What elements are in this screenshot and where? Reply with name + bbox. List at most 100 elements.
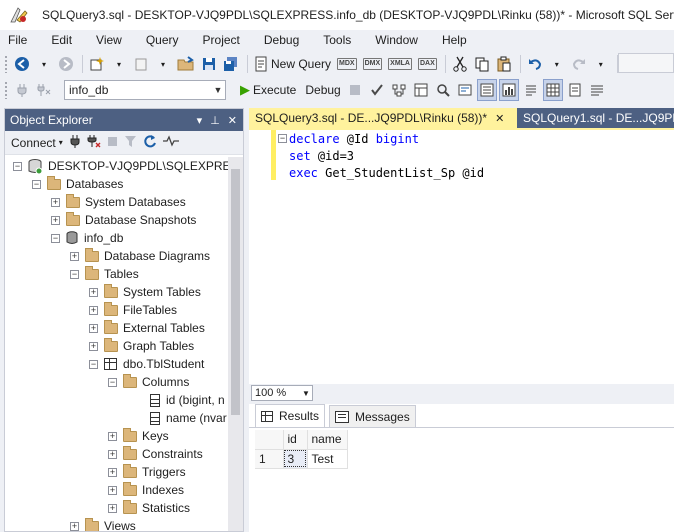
collapse-icon[interactable]: − xyxy=(13,161,22,171)
cancel-query-button[interactable] xyxy=(345,79,365,101)
close-panel-icon[interactable]: ✕ xyxy=(228,114,237,127)
tree-node-triggers[interactable]: + Triggers xyxy=(5,463,229,481)
menu-file[interactable]: File xyxy=(8,33,27,47)
tree-node-indexes[interactable]: + Indexes xyxy=(5,481,229,499)
collapse-icon[interactable]: − xyxy=(51,233,60,243)
connect-dropdown-button[interactable]: Connect ▾ xyxy=(11,136,63,150)
back-button[interactable] xyxy=(12,53,32,75)
collapse-icon[interactable]: − xyxy=(70,269,79,279)
tab-sqlquery3[interactable]: SQLQuery3.sql - DE...JQ9PDL\Rinku (58))*… xyxy=(249,108,517,128)
tree-node-filetables[interactable]: + FileTables xyxy=(5,301,229,319)
window-position-dropdown-icon[interactable]: ▾ xyxy=(197,114,203,127)
open-file-button[interactable] xyxy=(175,53,197,75)
intellisense-button[interactable] xyxy=(455,79,475,101)
collapse-region-icon[interactable]: − xyxy=(278,134,287,143)
quick-launch-box[interactable] xyxy=(618,53,674,73)
tree-node-info-db[interactable]: − info_db xyxy=(5,229,229,247)
menu-edit[interactable]: Edit xyxy=(51,33,72,47)
add-item-dropdown[interactable]: ▾ xyxy=(153,53,173,75)
menu-view[interactable]: View xyxy=(96,33,122,47)
comment-out-button[interactable] xyxy=(587,79,607,101)
tab-sqlquery1[interactable]: SQLQuery1.sql - DE...JQ9PDL\Rinku (54)) xyxy=(517,108,674,128)
new-query-button[interactable]: New Query xyxy=(252,53,333,75)
mdx-query-button[interactable]: MDX xyxy=(335,53,359,75)
paste-button[interactable] xyxy=(494,53,514,75)
expand-icon[interactable]: + xyxy=(51,215,60,225)
save-all-button[interactable] xyxy=(221,53,241,75)
display-estimated-plan-button[interactable] xyxy=(389,79,409,101)
dmx-query-button[interactable]: DMX xyxy=(361,53,385,75)
menu-window[interactable]: Window xyxy=(375,33,418,47)
cell-id[interactable]: 3 xyxy=(283,449,308,469)
expand-icon[interactable]: + xyxy=(108,503,117,513)
disconnect-icon[interactable] xyxy=(87,134,101,151)
column-header-id[interactable]: id xyxy=(283,430,308,450)
tree-node-server[interactable]: − DESKTOP-VJQ9PDL\SQLEXPRESS xyxy=(5,157,229,175)
undo-dropdown[interactable]: ▾ xyxy=(547,53,567,75)
analyze-query-button[interactable] xyxy=(433,79,453,101)
tree-node-system-tables[interactable]: + System Tables xyxy=(5,283,229,301)
results-to-file-button[interactable] xyxy=(565,79,585,101)
change-connection-button[interactable] xyxy=(34,79,54,101)
menu-help[interactable]: Help xyxy=(442,33,467,47)
back-dropdown[interactable]: ▾ xyxy=(34,53,54,75)
dax-query-button[interactable]: DAX xyxy=(416,53,439,75)
tree-node-database-snapshots[interactable]: + Database Snapshots xyxy=(5,211,229,229)
scrollbar-thumb[interactable] xyxy=(231,169,240,415)
refresh-icon[interactable] xyxy=(143,134,157,151)
available-databases-select[interactable]: info_db ▼ xyxy=(64,80,226,100)
tree-node-keys[interactable]: + Keys xyxy=(5,427,229,445)
cut-button[interactable] xyxy=(450,53,470,75)
expand-icon[interactable]: + xyxy=(89,287,98,297)
tree-node-external-tables[interactable]: + External Tables xyxy=(5,319,229,337)
include-statistics-button[interactable] xyxy=(498,79,519,101)
expand-icon[interactable]: + xyxy=(70,251,79,261)
tab-messages[interactable]: Messages xyxy=(329,405,416,427)
query-designer-button[interactable] xyxy=(411,79,431,101)
code-area[interactable]: declare @Id bigint set @id=3 exec Get_St… xyxy=(289,131,484,182)
expand-icon[interactable]: + xyxy=(108,485,117,495)
toolbar-grip[interactable] xyxy=(4,55,8,73)
expand-icon[interactable]: + xyxy=(89,323,98,333)
column-header-name[interactable]: name xyxy=(307,430,348,450)
tree-node-columns[interactable]: − Columns xyxy=(5,373,229,391)
xmla-query-button[interactable]: XMLA xyxy=(386,53,414,75)
tree-node-constraints[interactable]: + Constraints xyxy=(5,445,229,463)
expand-icon[interactable]: + xyxy=(108,431,117,441)
results-to-grid-button[interactable] xyxy=(542,79,563,101)
cell-name[interactable]: Test xyxy=(307,449,348,469)
row-number-cell[interactable]: 1 xyxy=(255,449,284,469)
menu-tools[interactable]: Tools xyxy=(323,33,351,47)
expand-icon[interactable]: + xyxy=(108,467,117,477)
execute-button[interactable]: ▶ Execute xyxy=(238,79,298,101)
new-project-dropdown[interactable]: ▾ xyxy=(109,53,129,75)
tree-node-views[interactable]: + Views xyxy=(5,517,229,531)
collapse-icon[interactable]: − xyxy=(108,377,117,387)
add-item-button[interactable] xyxy=(131,53,151,75)
tree-node-tblstudent[interactable]: − dbo.TblStudent xyxy=(5,355,229,373)
copy-button[interactable] xyxy=(472,53,492,75)
expand-icon[interactable]: + xyxy=(51,197,60,207)
collapse-icon[interactable]: − xyxy=(32,179,41,189)
include-plan-button[interactable] xyxy=(476,79,497,101)
stop-icon[interactable] xyxy=(107,136,118,150)
debug-button[interactable]: Debug xyxy=(300,79,342,101)
connect-plug-icon[interactable] xyxy=(69,134,81,151)
tree-node-databases[interactable]: − Databases xyxy=(5,175,229,193)
filter-icon[interactable] xyxy=(124,135,137,151)
redo-dropdown[interactable]: ▾ xyxy=(591,53,611,75)
connect-button[interactable] xyxy=(12,79,32,101)
tree-node-tables[interactable]: − Tables xyxy=(5,265,229,283)
new-project-button[interactable] xyxy=(87,53,107,75)
toolbar-grip[interactable] xyxy=(4,81,8,99)
tab-results[interactable]: Results xyxy=(255,404,326,427)
redo-button[interactable] xyxy=(569,53,589,75)
object-explorer-scrollbar[interactable] xyxy=(228,157,243,531)
tree-node-statistics[interactable]: + Statistics xyxy=(5,499,229,517)
query-editor[interactable]: − declare @Id bigint set @id=3 exec Get_… xyxy=(249,128,674,384)
expand-icon[interactable]: + xyxy=(89,341,98,351)
corner-cell[interactable] xyxy=(255,430,284,450)
forward-button[interactable] xyxy=(56,53,76,75)
expand-icon[interactable]: + xyxy=(70,521,79,531)
menu-query[interactable]: Query xyxy=(146,33,179,47)
